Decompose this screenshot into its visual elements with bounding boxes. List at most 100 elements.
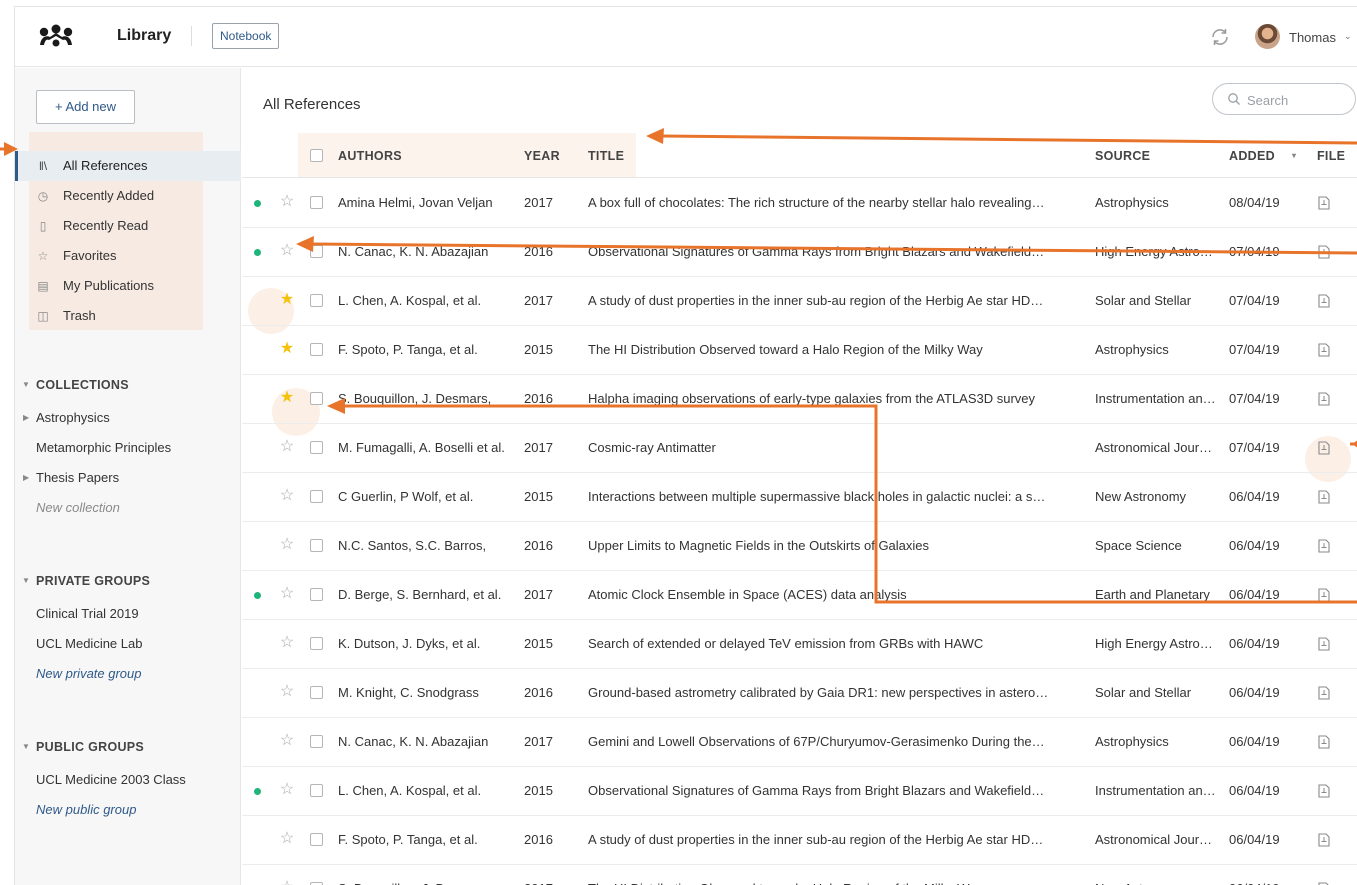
- table-row[interactable]: ☆ S. Bouquillon, J. Desmars, 2017 The HI Di…: [242, 865, 1357, 885]
- table-row[interactable]: ☆ C Guerlin, P Wolf, et al. 2015 Interactio…: [242, 473, 1357, 522]
- sort-desc-icon[interactable]: ▾: [1292, 134, 1296, 178]
- row-checkbox[interactable]: [310, 343, 323, 356]
- nav-item-my-publications[interactable]: ▤ My Publications: [15, 271, 241, 301]
- sync-icon[interactable]: [1209, 26, 1231, 48]
- table-row[interactable]: ☆ L. Chen, A. Kospal, et al. 2015 Observati…: [242, 767, 1357, 816]
- nav-item-recently-added[interactable]: ◷ Recently Added: [15, 181, 241, 211]
- row-checkbox[interactable]: [310, 588, 323, 601]
- star-icon[interactable]: ☆: [278, 830, 296, 848]
- star-icon[interactable]: ☆: [278, 438, 296, 456]
- row-checkbox[interactable]: [310, 637, 323, 650]
- new-private-group-link[interactable]: New private group: [15, 659, 241, 689]
- row-checkbox[interactable]: [310, 686, 323, 699]
- table-row[interactable]: ☆ D. Berge, S. Bernhard, et al. 2017 Atomic…: [242, 571, 1357, 620]
- search-box[interactable]: [1212, 83, 1356, 115]
- table-row[interactable]: ☆ M. Fumagalli, A. Boselli et al. 2017 Cosm…: [242, 424, 1357, 473]
- star-icon[interactable]: ☆: [278, 879, 296, 885]
- collection-item[interactable]: Metamorphic Principles: [15, 433, 241, 463]
- row-checkbox[interactable]: [310, 245, 323, 258]
- row-checkbox[interactable]: [310, 196, 323, 209]
- table-row[interactable]: ☆ K. Dutson, J. Dyks, et al. 2015 Search of…: [242, 620, 1357, 669]
- table-row[interactable]: ★ L. Chen, A. Kospal, et al. 2017 A study o…: [242, 277, 1357, 326]
- table-row[interactable]: ☆ M. Knight, C. Snodgrass 2016 Ground-based…: [242, 669, 1357, 718]
- add-new-button[interactable]: + Add new: [36, 90, 135, 124]
- star-icon[interactable]: ☆: [278, 781, 296, 799]
- file-icon[interactable]: [1318, 686, 1330, 700]
- nav-item-favorites[interactable]: ☆ Favorites: [15, 241, 241, 271]
- row-checkbox[interactable]: [310, 833, 323, 846]
- file-icon[interactable]: [1318, 196, 1330, 210]
- file-icon[interactable]: [1318, 343, 1330, 357]
- private-groups-header[interactable]: ▼ PRIVATE GROUPS: [15, 571, 241, 591]
- group-item[interactable]: UCL Medicine 2003 Class: [15, 765, 241, 795]
- table-row[interactable]: ☆ Amina Helmi, Jovan Veljan 2017 A box full…: [242, 179, 1357, 228]
- table-header: AUTHORS YEAR TITLE SOURCE ADDED ▾ FILE: [242, 134, 1357, 178]
- file-icon[interactable]: [1318, 833, 1330, 847]
- column-header-title[interactable]: TITLE: [588, 134, 624, 178]
- table-row[interactable]: ☆ N. Canac, K. N. Abazajian 2016 Observatio…: [242, 228, 1357, 277]
- row-checkbox[interactable]: [310, 735, 323, 748]
- private-groups-section: ▼ PRIVATE GROUPS Clinical Trial 2019 UCL…: [15, 571, 241, 689]
- new-public-group-link[interactable]: New public group: [15, 795, 241, 825]
- section-title: PRIVATE GROUPS: [36, 574, 151, 588]
- row-checkbox[interactable]: [310, 784, 323, 797]
- file-icon[interactable]: [1318, 490, 1330, 504]
- file-icon[interactable]: [1318, 735, 1330, 749]
- column-header-added[interactable]: ADDED: [1229, 134, 1275, 178]
- cell-year: 2015: [524, 489, 553, 504]
- star-icon[interactable]: ☆: [278, 683, 296, 701]
- row-checkbox[interactable]: [310, 392, 323, 405]
- nav-item-label: My Publications: [63, 278, 155, 293]
- star-icon[interactable]: ☆: [278, 585, 296, 603]
- search-input[interactable]: [1247, 90, 1347, 110]
- public-groups-section: ▼ PUBLIC GROUPS UCL Medicine 2003 Class …: [15, 737, 241, 825]
- column-header-authors[interactable]: AUTHORS: [338, 134, 402, 178]
- star-icon[interactable]: ☆: [278, 732, 296, 750]
- column-header-file[interactable]: FILE: [1317, 134, 1345, 178]
- file-icon[interactable]: [1318, 441, 1330, 455]
- table-row[interactable]: ☆ N. Canac, K. N. Abazajian 2017 Gemini and…: [242, 718, 1357, 767]
- group-item[interactable]: UCL Medicine Lab: [15, 629, 241, 659]
- select-all-checkbox[interactable]: [310, 149, 323, 162]
- chevron-down-icon[interactable]: ⌄: [1344, 31, 1352, 42]
- nav-item-recently-read[interactable]: ▯ Recently Read: [15, 211, 241, 241]
- unread-dot: [254, 249, 261, 256]
- table-row[interactable]: ★ S. Bouquillon, J. Desmars, 2016 Halpha im…: [242, 375, 1357, 424]
- star-icon[interactable]: ☆: [278, 536, 296, 554]
- file-icon[interactable]: [1318, 784, 1330, 798]
- row-checkbox[interactable]: [310, 441, 323, 454]
- star-icon[interactable]: ★: [278, 291, 296, 309]
- nav-item-trash[interactable]: ◫ Trash: [15, 301, 241, 331]
- file-icon[interactable]: [1318, 588, 1330, 602]
- collection-item[interactable]: ▶ Astrophysics: [15, 403, 241, 433]
- star-icon[interactable]: ★: [278, 389, 296, 407]
- public-groups-header[interactable]: ▼ PUBLIC GROUPS: [15, 737, 241, 757]
- file-icon[interactable]: [1318, 637, 1330, 651]
- row-checkbox[interactable]: [310, 294, 323, 307]
- row-checkbox[interactable]: [310, 539, 323, 552]
- star-icon[interactable]: ☆: [278, 487, 296, 505]
- nav-item-all-references[interactable]: ‖\ All References: [15, 151, 241, 181]
- user-name[interactable]: Thomas: [1289, 30, 1336, 45]
- notebook-button[interactable]: Notebook: [212, 23, 280, 49]
- file-icon[interactable]: [1318, 392, 1330, 406]
- table-row[interactable]: ★ F. Spoto, P. Tanga, et al. 2015 The HI Di…: [242, 326, 1357, 375]
- group-item[interactable]: Clinical Trial 2019: [15, 599, 241, 629]
- cell-year: 2017: [524, 734, 553, 749]
- star-icon[interactable]: ★: [278, 340, 296, 358]
- new-collection-link[interactable]: New collection: [15, 493, 241, 523]
- star-icon[interactable]: ☆: [278, 634, 296, 652]
- column-header-source[interactable]: SOURCE: [1095, 134, 1150, 178]
- table-row[interactable]: ☆ N.C. Santos, S.C. Barros, 2016 Upper Limi…: [242, 522, 1357, 571]
- file-icon[interactable]: [1318, 294, 1330, 308]
- collections-header[interactable]: ▼ COLLECTIONS: [15, 375, 241, 395]
- table-row[interactable]: ☆ F. Spoto, P. Tanga, et al. 2016 A study o…: [242, 816, 1357, 865]
- file-icon[interactable]: [1318, 245, 1330, 259]
- collection-item[interactable]: ▶ Thesis Papers: [15, 463, 241, 493]
- star-icon[interactable]: ☆: [278, 242, 296, 260]
- column-header-year[interactable]: YEAR: [524, 134, 560, 178]
- avatar[interactable]: [1255, 24, 1280, 49]
- row-checkbox[interactable]: [310, 490, 323, 503]
- file-icon[interactable]: [1318, 539, 1330, 553]
- star-icon[interactable]: ☆: [278, 193, 296, 211]
